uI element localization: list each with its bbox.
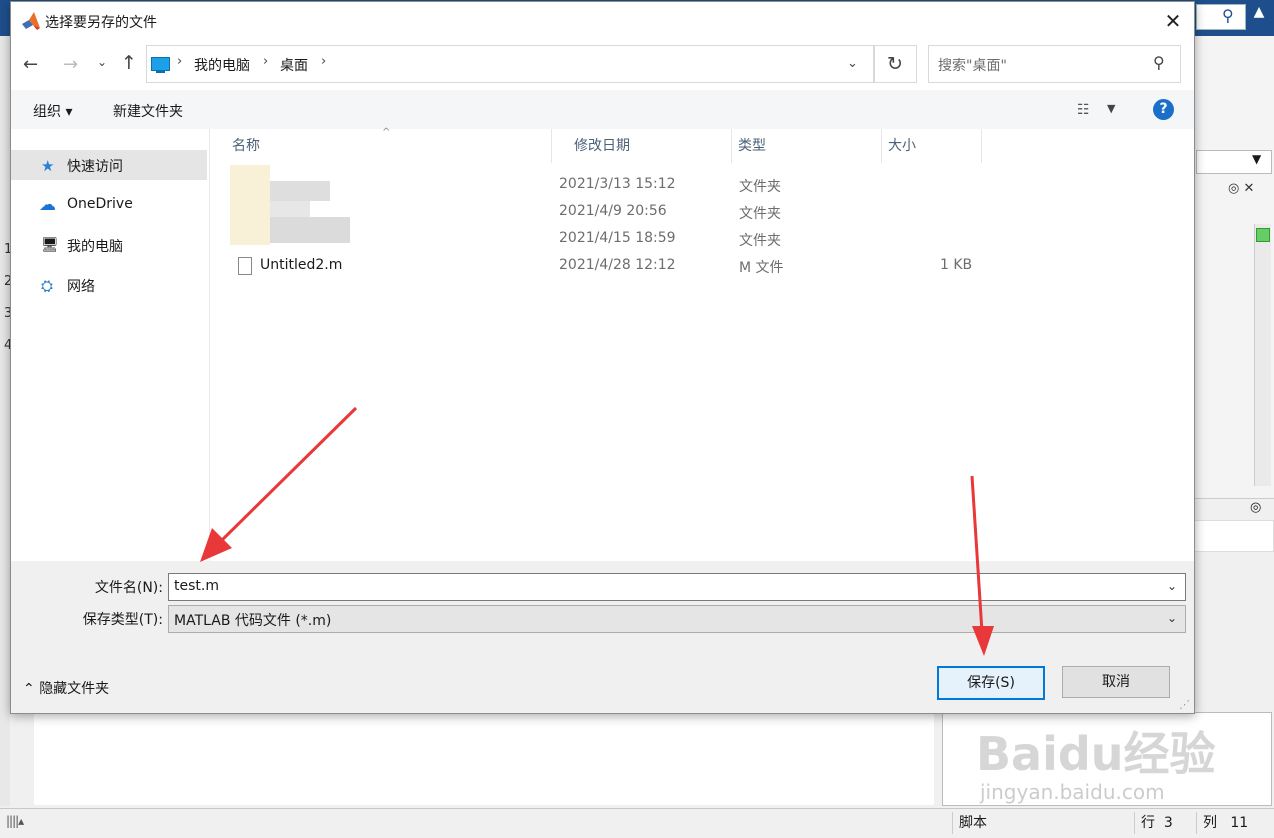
- panel-options-icon[interactable]: ◎: [1250, 500, 1261, 515]
- row-modified: 2021/4/9 20:56: [559, 203, 667, 219]
- row-name: Untitled2.m: [260, 257, 343, 273]
- sidebar-item-network[interactable]: ⛭ 网络: [11, 270, 207, 300]
- sidebar-item-label: OneDrive: [67, 196, 133, 212]
- star-icon: ★: [41, 157, 55, 175]
- file-list: 名称 ^ 修改日期 类型 大小 2021/3/13 15:12 文件夹 2021…: [210, 127, 1194, 561]
- command-window[interactable]: [34, 712, 934, 805]
- filetype-label: 保存类型(T):: [82, 612, 163, 628]
- panel-options-icon[interactable]: ◎ ✕: [1228, 181, 1254, 196]
- chevron-down-icon[interactable]: ⌄: [1167, 611, 1177, 625]
- refresh-icon[interactable]: ↻: [873, 45, 917, 83]
- chevron-down-icon[interactable]: ⌄: [1167, 579, 1177, 593]
- filetype-value: MATLAB 代码文件 (*.m): [174, 613, 332, 629]
- forward-arrow-icon[interactable]: →: [63, 54, 78, 75]
- filename-input[interactable]: test.m ⌄: [168, 573, 1186, 601]
- address-history-chevron-icon[interactable]: ⌄: [847, 56, 858, 71]
- status-grip-icon: ||||▴: [6, 814, 24, 828]
- search-input[interactable]: 搜索"桌面" ⚲: [928, 45, 1181, 83]
- breadcrumb-desktop[interactable]: 桌面: [280, 55, 308, 75]
- computer-icon: [151, 57, 170, 73]
- new-folder-button[interactable]: 新建文件夹: [113, 101, 183, 121]
- status-col-label: 列: [1203, 815, 1217, 831]
- sidebar-item-my-computer[interactable]: 🖥 我的电脑: [11, 230, 207, 260]
- row-type: 文件夹: [739, 179, 781, 195]
- back-arrow-icon[interactable]: ←: [23, 54, 38, 75]
- search-icon[interactable]: ⚲: [1153, 53, 1165, 72]
- network-icon: ⛭: [41, 277, 54, 295]
- chevron-right-icon[interactable]: ›: [263, 54, 268, 69]
- row-type: 文件夹: [739, 206, 781, 222]
- search-icon[interactable]: ⚲: [1222, 6, 1242, 26]
- status-col-value: 11: [1230, 815, 1249, 831]
- save-as-dialog: 选择要另存的文件 ✕ ← → ⌄ ↑ › 我的电脑 › 桌面 › ⌄ ↻ 搜索"…: [10, 1, 1195, 714]
- filename-value: test.m: [174, 578, 219, 594]
- dialog-title: 选择要另存的文件: [45, 15, 157, 31]
- code-status-indicator: [1256, 228, 1270, 242]
- matlab-lower-panel: [1194, 520, 1274, 552]
- column-header-name[interactable]: 名称: [210, 129, 552, 163]
- row-modified: 2021/3/13 15:12: [559, 176, 676, 192]
- matlab-lower-panel-header: [1194, 498, 1274, 519]
- row-type: 文件夹: [739, 233, 781, 249]
- table-row[interactable]: 2021/4/15 18:59 文件夹: [210, 226, 990, 253]
- organize-menu-button[interactable]: 组织 ▾: [33, 101, 72, 121]
- status-col: 列 11: [1196, 812, 1273, 834]
- breadcrumb-my-computer[interactable]: 我的电脑: [194, 55, 250, 75]
- matlab-left-strip: [0, 36, 10, 806]
- column-header-size[interactable]: 大小: [882, 129, 982, 163]
- search-placeholder: 搜索"桌面": [938, 58, 1007, 74]
- filename-label: 文件名(N):: [94, 580, 163, 596]
- matlab-logo-icon: [22, 12, 40, 30]
- chevron-down-icon[interactable]: ▼: [1252, 152, 1261, 166]
- save-button[interactable]: 保存(S): [937, 666, 1045, 700]
- panel-scrollbar[interactable]: [1254, 224, 1271, 486]
- column-header-modified[interactable]: 修改日期: [552, 129, 732, 163]
- row-type: M 文件: [739, 260, 784, 276]
- status-row-label: 行: [1141, 815, 1155, 831]
- chevron-right-icon[interactable]: ›: [177, 54, 182, 69]
- close-icon[interactable]: ✕: [1155, 6, 1191, 36]
- recent-locations-chevron-icon[interactable]: ⌄: [97, 55, 107, 69]
- table-row[interactable]: 2021/4/9 20:56 文件夹: [210, 199, 990, 226]
- sidebar-item-onedrive[interactable]: ☁ OneDrive: [11, 190, 207, 220]
- cancel-button[interactable]: 取消: [1062, 666, 1170, 698]
- sidebar-item-label: 我的电脑: [67, 239, 123, 255]
- status-mode: 脚本: [952, 812, 1133, 834]
- save-form: 文件名(N): test.m ⌄ 保存类型(T): MATLAB 代码文件 (*…: [11, 561, 1194, 713]
- sidebar-item-label: 快速访问: [67, 159, 123, 175]
- chevron-right-icon[interactable]: ›: [321, 54, 326, 69]
- resize-grip-icon[interactable]: ⋰: [1179, 698, 1190, 711]
- table-row[interactable]: 2021/3/13 15:12 文件夹: [210, 172, 990, 199]
- row-modified: 2021/4/15 18:59: [559, 230, 676, 246]
- navigation-pane: ★ 快速访问 ☁ OneDrive 🖥 我的电脑 ⛭ 网络: [11, 129, 210, 561]
- filetype-select[interactable]: MATLAB 代码文件 (*.m) ⌄: [168, 605, 1186, 633]
- chevron-down-icon[interactable]: ▼: [1107, 102, 1115, 115]
- cloud-icon: ☁: [39, 195, 56, 215]
- navigation-bar: ← → ⌄ ↑ › 我的电脑 › 桌面 › ⌄ ↻ 搜索"桌面" ⚲: [11, 40, 1194, 90]
- baidu-watermark-logo: Baidu经验: [976, 727, 1216, 781]
- row-size: 1 KB: [940, 257, 973, 273]
- row-modified: 2021/4/28 12:12: [559, 257, 676, 273]
- collapse-toolstrip-icon[interactable]: ▲: [1248, 4, 1270, 28]
- hide-folders-toggle[interactable]: ⌃ 隐藏文件夹: [23, 678, 109, 698]
- sort-ascending-icon: ^: [382, 127, 391, 138]
- help-icon[interactable]: ?: [1153, 99, 1174, 120]
- status-row-value: 3: [1163, 815, 1173, 831]
- column-header-type[interactable]: 类型: [732, 129, 882, 163]
- file-icon: [238, 257, 252, 275]
- sidebar-item-label: 网络: [67, 279, 95, 295]
- status-row: 行 3: [1134, 812, 1201, 834]
- view-options-icon[interactable]: ☷: [1077, 102, 1090, 118]
- baidu-watermark-url: jingyan.baidu.com: [980, 780, 1165, 804]
- dialog-toolbar: 组织 ▾ 新建文件夹 ☷ ▼ ?: [11, 90, 1194, 129]
- computer-icon: 🖥: [41, 237, 59, 253]
- dialog-titlebar[interactable]: 选择要另存的文件 ✕: [11, 2, 1194, 40]
- hide-folders-label: 隐藏文件夹: [39, 681, 110, 697]
- table-row[interactable]: Untitled2.m 2021/4/28 12:12 M 文件 1 KB: [210, 253, 990, 280]
- sidebar-item-quick-access[interactable]: ★ 快速访问: [11, 150, 207, 180]
- up-arrow-icon[interactable]: ↑: [121, 52, 137, 74]
- chevron-up-icon: ⌃: [23, 681, 35, 697]
- address-bar[interactable]: › 我的电脑 › 桌面 › ⌄: [146, 45, 875, 83]
